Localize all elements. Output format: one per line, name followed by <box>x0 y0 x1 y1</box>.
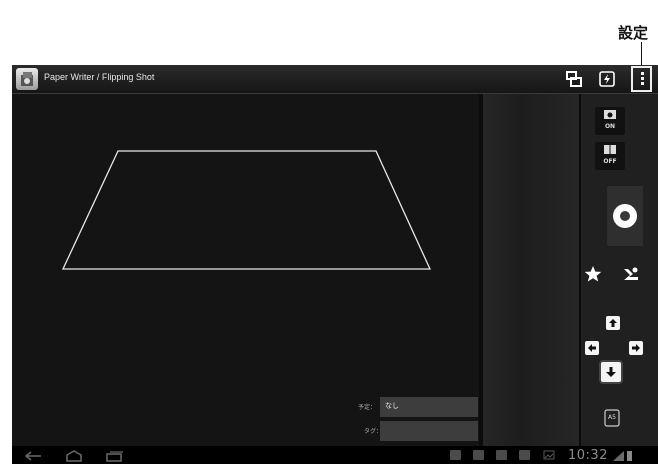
arrow-down-button[interactable] <box>601 362 621 382</box>
callout-leader-line <box>641 42 642 65</box>
favorite-button[interactable] <box>582 263 604 285</box>
flash-icon <box>599 71 615 87</box>
notification-icon[interactable] <box>519 450 530 460</box>
auto-shot-state: ON <box>604 123 616 130</box>
back-icon[interactable] <box>24 450 44 462</box>
app-title: Paper Writer / Flipping Shot <box>44 72 155 82</box>
system-nav-bar: 10:32 <box>12 446 658 464</box>
recent-apps-icon[interactable] <box>105 450 125 462</box>
page-size-label: A5 <box>608 414 616 421</box>
overflow-menu-button[interactable] <box>631 66 652 92</box>
schedule-label: 予定： <box>358 404 377 411</box>
shutter-button[interactable] <box>607 186 643 246</box>
home-icon[interactable] <box>64 450 84 462</box>
status-clock[interactable]: 10:32 <box>568 448 608 463</box>
notification-icon[interactable] <box>473 450 484 460</box>
screenshot-icon[interactable] <box>543 450 555 460</box>
schedule-field[interactable]: なし <box>380 397 478 417</box>
window-mode-icon <box>566 71 582 87</box>
notification-icon[interactable] <box>450 450 461 460</box>
flash-button[interactable] <box>597 69 617 89</box>
arrow-right-button[interactable] <box>629 341 643 355</box>
auto-shot-toggle[interactable]: ON <box>595 107 625 135</box>
shutter-icon <box>613 204 637 228</box>
tag-field[interactable] <box>380 421 478 441</box>
action-bar: Paper Writer / Flipping Shot <box>12 65 658 94</box>
arrow-right-icon <box>632 344 640 352</box>
overflow-menu-icon <box>641 72 644 86</box>
window-mode-button[interactable] <box>564 69 584 89</box>
page-size-button[interactable]: A5 <box>603 408 621 428</box>
arrow-left-icon <box>588 344 596 352</box>
settings-callout-label: 設定 <box>618 24 649 42</box>
signal-battery-icon[interactable] <box>612 449 634 462</box>
arrow-up-button[interactable] <box>606 316 620 330</box>
thumbnail-strip[interactable] <box>483 94 579 464</box>
arrow-left-button[interactable] <box>585 341 599 355</box>
flip-capture-icon <box>624 267 638 280</box>
page-mode-state: OFF <box>603 158 617 165</box>
auto-shot-icon <box>604 110 616 119</box>
app-logo-icon[interactable] <box>16 68 38 90</box>
flip-capture-button[interactable] <box>620 263 642 285</box>
star-icon <box>584 266 602 282</box>
arrow-up-icon <box>609 319 617 327</box>
tablet-screen: Paper Writer / Flipping Shot ON OFF A5 予… <box>12 65 658 464</box>
notification-icon[interactable] <box>496 450 507 460</box>
page-mode-toggle[interactable]: OFF <box>595 142 625 170</box>
arrow-down-icon <box>606 367 616 377</box>
page-mode-icon <box>604 145 616 154</box>
